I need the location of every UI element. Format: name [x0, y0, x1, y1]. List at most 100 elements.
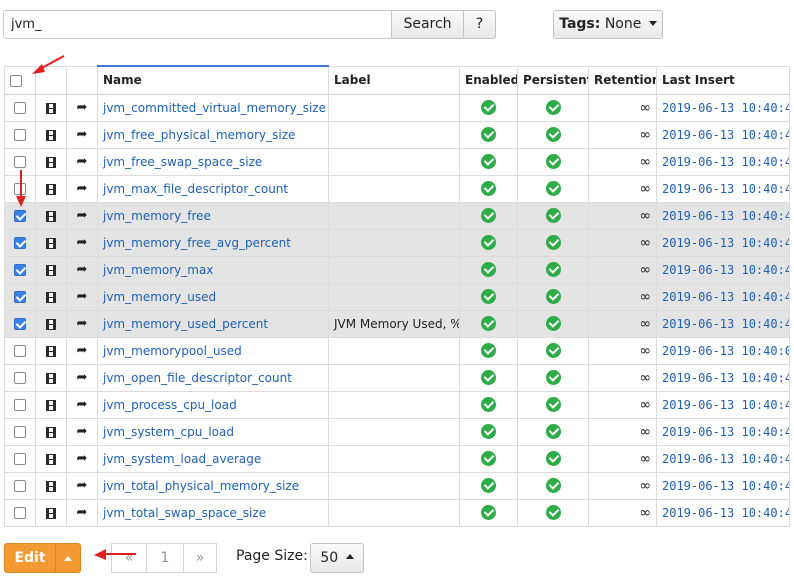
share-arrow-icon[interactable]: ➦	[77, 451, 88, 466]
row-checkbox[interactable]	[14, 399, 26, 411]
table-row[interactable]: ➦ jvm_committed_virtual_memory_size ∞ 2019-…	[4, 93, 790, 122]
film-icon[interactable]	[46, 399, 56, 411]
row-checkbox[interactable]	[14, 264, 26, 276]
metric-name-link[interactable]: jvm_memory_free_avg_percent	[97, 228, 329, 257]
metric-name-link[interactable]: jvm_system_load_average	[97, 444, 329, 473]
last-insert-link[interactable]: 2019-06-13 10:40:45	[656, 201, 790, 230]
table-row[interactable]: ➦ jvm_max_file_descriptor_count ∞ 2019-06-1…	[4, 174, 790, 203]
edit-button[interactable]: Edit	[4, 543, 56, 573]
metric-name-link[interactable]: jvm_memory_used	[97, 282, 329, 311]
share-arrow-icon[interactable]: ➦	[77, 478, 88, 493]
table-row[interactable]: ➦ jvm_system_cpu_load ∞ 2019-06-13 10:40:45	[4, 417, 790, 446]
column-header-retention[interactable]: Retention	[588, 65, 657, 95]
row-checkbox[interactable]	[14, 507, 26, 519]
metric-name-link[interactable]: jvm_free_swap_space_size	[97, 147, 329, 176]
metric-name-link[interactable]: jvm_memory_used_percent	[97, 309, 329, 338]
row-checkbox[interactable]	[14, 345, 26, 357]
film-icon[interactable]	[46, 183, 56, 195]
share-arrow-icon[interactable]: ➦	[77, 262, 88, 277]
metric-name-link[interactable]: jvm_open_file_descriptor_count	[97, 363, 329, 392]
row-checkbox[interactable]	[14, 129, 26, 141]
share-arrow-icon[interactable]: ➦	[77, 424, 88, 439]
last-insert-link[interactable]: 2019-06-13 10:40:45	[656, 390, 790, 419]
film-icon[interactable]	[46, 156, 56, 168]
column-header-name[interactable]: Name	[97, 65, 329, 95]
tags-dropdown[interactable]: Tags: None	[553, 10, 663, 39]
row-checkbox[interactable]	[14, 480, 26, 492]
metric-name-link[interactable]: jvm_free_physical_memory_size	[97, 120, 329, 149]
share-arrow-icon[interactable]: ➦	[77, 181, 88, 196]
film-icon[interactable]	[46, 102, 56, 114]
last-insert-link[interactable]: 2019-06-13 10:40:45	[656, 309, 790, 338]
last-insert-link[interactable]: 2019-06-13 10:40:45	[656, 363, 790, 392]
table-row[interactable]: ➦ jvm_memory_used_percent JVM Memory Used,…	[4, 309, 790, 338]
share-arrow-icon[interactable]: ➦	[77, 397, 88, 412]
film-icon[interactable]	[46, 237, 56, 249]
column-header-persistent[interactable]: Persistent	[517, 65, 589, 95]
last-insert-link[interactable]: 2019-06-13 10:40:45	[656, 255, 790, 284]
metric-name-link[interactable]: jvm_max_file_descriptor_count	[97, 174, 329, 203]
share-arrow-icon[interactable]: ➦	[77, 343, 88, 358]
share-arrow-icon[interactable]: ➦	[77, 235, 88, 250]
row-checkbox[interactable]	[14, 156, 26, 168]
film-icon[interactable]	[46, 291, 56, 303]
row-checkbox[interactable]	[14, 237, 26, 249]
share-arrow-icon[interactable]: ➦	[77, 127, 88, 142]
film-icon[interactable]	[46, 318, 56, 330]
table-row[interactable]: ➦ jvm_memory_free ∞ 2019-06-13 10:40:45	[4, 201, 790, 230]
film-icon[interactable]	[46, 453, 56, 465]
row-checkbox[interactable]	[14, 372, 26, 384]
table-row[interactable]: ➦ jvm_free_physical_memory_size ∞ 2019-06-1…	[4, 120, 790, 149]
metric-name-link[interactable]: jvm_total_swap_space_size	[97, 498, 329, 527]
film-icon[interactable]	[46, 264, 56, 276]
help-button[interactable]: ?	[463, 10, 496, 39]
last-insert-link[interactable]: 2019-06-13 10:40:46	[656, 228, 790, 257]
search-input[interactable]	[3, 10, 392, 39]
table-row[interactable]: ➦ jvm_system_load_average ∞ 2019-06-13 10:4…	[4, 444, 790, 473]
last-insert-link[interactable]: 2019-06-13 10:40:45	[656, 147, 790, 176]
table-row[interactable]: ➦ jvm_memory_used ∞ 2019-06-13 10:40:45	[4, 282, 790, 311]
last-insert-link[interactable]: 2019-06-13 10:40:00	[656, 336, 790, 365]
table-row[interactable]: ➦ jvm_free_swap_space_size ∞ 2019-06-13 10:…	[4, 147, 790, 176]
search-button[interactable]: Search	[391, 10, 464, 39]
film-icon[interactable]	[46, 372, 56, 384]
last-insert-link[interactable]: 2019-06-13 10:40:45	[656, 444, 790, 473]
table-row[interactable]: ➦ jvm_process_cpu_load ∞ 2019-06-13 10:40:4…	[4, 390, 790, 419]
row-checkbox[interactable]	[14, 426, 26, 438]
table-row[interactable]: ➦ jvm_total_physical_memory_size ∞ 2019-06-…	[4, 471, 790, 500]
pagination-next[interactable]: »	[183, 543, 217, 573]
row-checkbox[interactable]	[14, 183, 26, 195]
row-checkbox[interactable]	[14, 102, 26, 114]
share-arrow-icon[interactable]: ➦	[77, 316, 88, 331]
row-checkbox[interactable]	[14, 453, 26, 465]
film-icon[interactable]	[46, 210, 56, 222]
select-all-checkbox[interactable]	[10, 74, 22, 87]
film-icon[interactable]	[46, 507, 56, 519]
last-insert-link[interactable]: 2019-06-13 10:40:45	[656, 174, 790, 203]
column-header-enabled[interactable]: Enabled	[459, 65, 518, 95]
table-row[interactable]: ➦ jvm_memorypool_used ∞ 2019-06-13 10:40:00	[4, 336, 790, 365]
last-insert-link[interactable]: 2019-06-13 10:40:45	[656, 120, 790, 149]
page-size-dropdown[interactable]: 50	[310, 543, 364, 573]
column-header-label[interactable]: Label	[328, 65, 460, 95]
film-icon[interactable]	[46, 480, 56, 492]
edit-menu-toggle[interactable]	[55, 543, 81, 573]
film-icon[interactable]	[46, 129, 56, 141]
last-insert-link[interactable]: 2019-06-13 10:40:45	[656, 93, 790, 122]
film-icon[interactable]	[46, 426, 56, 438]
share-arrow-icon[interactable]: ➦	[77, 154, 88, 169]
metric-name-link[interactable]: jvm_total_physical_memory_size	[97, 471, 329, 500]
share-arrow-icon[interactable]: ➦	[77, 208, 88, 223]
table-row[interactable]: ➦ jvm_open_file_descriptor_count ∞ 2019-06-…	[4, 363, 790, 392]
table-row[interactable]: ➦ jvm_total_swap_space_size ∞ 2019-06-13 10…	[4, 498, 790, 527]
pagination-current[interactable]: 1	[146, 543, 184, 573]
row-checkbox[interactable]	[14, 210, 26, 222]
table-row[interactable]: ➦ jvm_memory_free_avg_percent ∞ 2019-06-13 …	[4, 228, 790, 257]
row-checkbox[interactable]	[14, 291, 26, 303]
film-icon[interactable]	[46, 345, 56, 357]
metric-name-link[interactable]: jvm_process_cpu_load	[97, 390, 329, 419]
row-checkbox[interactable]	[14, 318, 26, 330]
metric-name-link[interactable]: jvm_committed_virtual_memory_size	[97, 93, 329, 122]
share-arrow-icon[interactable]: ➦	[77, 370, 88, 385]
metric-name-link[interactable]: jvm_memory_free	[97, 201, 329, 230]
